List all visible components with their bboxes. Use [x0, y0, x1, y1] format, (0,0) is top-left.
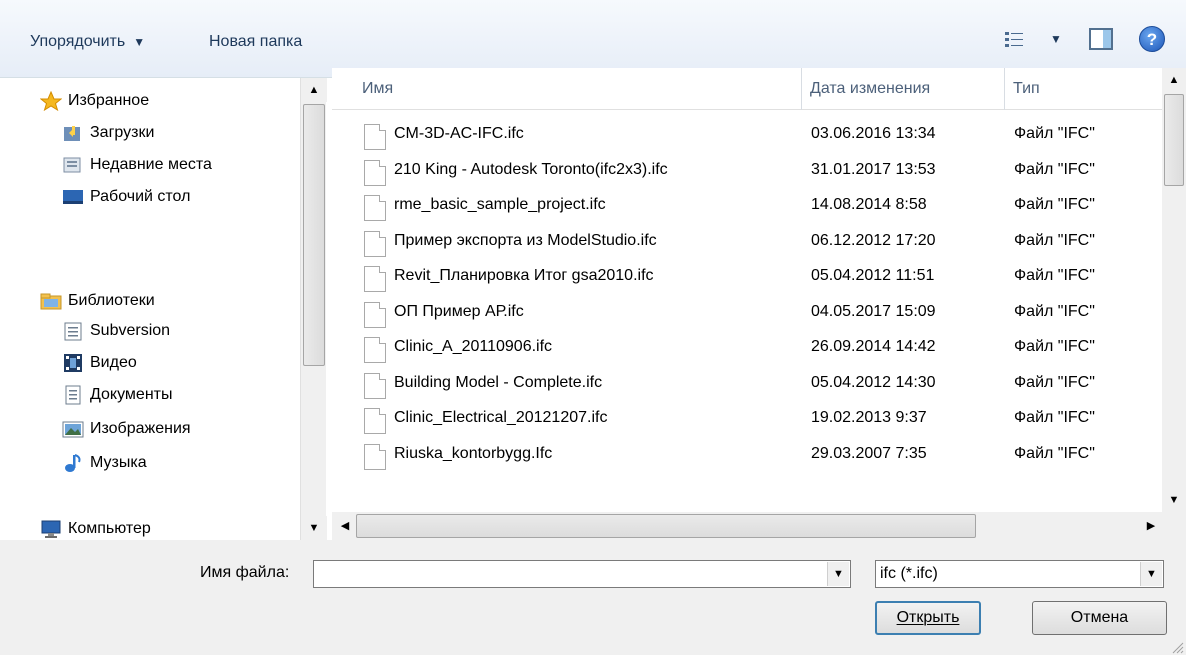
file-type: Файл "IFC"	[1014, 373, 1095, 391]
file-date: 31.01.2017 13:53	[811, 160, 936, 178]
open-button-label: Открыть	[896, 609, 960, 626]
file-date: 26.09.2014 14:42	[811, 338, 936, 355]
preview-pane-icon[interactable]	[1089, 28, 1113, 50]
organize-button[interactable]: Упорядочить ▼	[30, 30, 145, 54]
file-name: Пример экспорта из ModelStudio.ifc	[394, 231, 657, 249]
file-icon	[364, 337, 386, 363]
file-row[interactable]: Clinic_A_20110906.ifc 26.09.2014 14:42 Фай…	[0, 329, 1160, 365]
filetype-select[interactable]: ifc (*.ifc) ▼	[875, 560, 1164, 588]
file-icon	[364, 195, 386, 221]
nav-computer[interactable]: Компьютер	[40, 516, 151, 542]
chevron-down-icon: ▼	[133, 35, 146, 49]
file-name: CM-3D-AC-IFC.ifc	[394, 125, 524, 142]
open-button[interactable]: Открыть	[875, 601, 981, 635]
file-list-horizontal-scrollbar[interactable]: ◀ ▶	[332, 512, 1186, 540]
filetype-dropdown-icon[interactable]: ▼	[1140, 562, 1162, 586]
file-row[interactable]: Clinic_Electrical_20121207.ifc 19.02.2013…	[0, 400, 1160, 436]
filename-label: Имя файла:	[200, 564, 290, 581]
file-name: rme_basic_sample_project.ifc	[394, 196, 606, 213]
resize-grip-icon[interactable]	[1168, 638, 1184, 654]
help-icon[interactable]: ?	[1139, 26, 1165, 52]
file-row[interactable]: 210 King - Autodesk Toronto(ifc2x3).ifc 3…	[0, 152, 1160, 188]
file-date: 06.12.2012 17:20	[811, 231, 936, 249]
file-type: Файл "IFC"	[1014, 196, 1095, 213]
file-date: 14.08.2014 8:58	[811, 196, 927, 213]
nav-scroll-down-icon[interactable]: ▼	[301, 516, 327, 540]
files-scroll-right-icon[interactable]: ▶	[1138, 514, 1164, 538]
file-type: Файл "IFC"	[1014, 231, 1095, 249]
file-date: 05.04.2012 14:30	[811, 373, 936, 391]
files-scroll-left-icon[interactable]: ◀	[332, 514, 358, 538]
file-type: Файл "IFC"	[1014, 338, 1095, 355]
file-name: Clinic_A_20110906.ifc	[394, 338, 553, 355]
file-row[interactable]: Пример экспорта из ModelStudio.ifc 06.12.…	[0, 223, 1160, 259]
toolbar: Упорядочить ▼ Новая папка ▼ ?	[0, 0, 1186, 78]
file-icon	[364, 301, 386, 328]
file-date: 03.06.2016 13:34	[811, 125, 936, 142]
nav-favorites[interactable]: Избранное	[40, 88, 149, 114]
file-row[interactable]: Riuska_kontorbygg.Ifc 29.03.2007 7:35 Файл…	[0, 436, 1160, 472]
file-date: 19.02.2013 9:37	[811, 409, 927, 426]
files-scroll-up-icon[interactable]: ▲	[1162, 68, 1186, 92]
file-type: Файл "IFC"	[1014, 409, 1095, 426]
view-options-icon[interactable]	[1004, 30, 1024, 50]
cancel-button[interactable]: Отмена	[1032, 601, 1167, 635]
file-type: Файл "IFC"	[1014, 302, 1095, 320]
new-folder-button[interactable]: Новая папка	[209, 30, 302, 54]
file-date: 05.04.2012 11:51	[811, 267, 935, 284]
file-date: 29.03.2007 7:35	[811, 444, 927, 462]
file-date: 04.05.2017 15:09	[811, 302, 936, 320]
files-hscroll-thumb[interactable]	[356, 514, 976, 538]
file-type: Файл "IFC"	[1014, 267, 1095, 284]
files-scroll-thumb[interactable]	[1164, 94, 1184, 186]
file-type: Файл "IFC"	[1014, 160, 1095, 178]
computer-icon	[41, 520, 61, 538]
filename-dropdown-icon[interactable]: ▼	[827, 562, 849, 586]
file-icon	[364, 266, 386, 292]
file-icon	[364, 443, 386, 470]
file-list-vertical-scrollbar[interactable]: ▲ ▼	[1162, 68, 1186, 512]
file-icon	[364, 230, 386, 257]
file-icon	[364, 159, 386, 186]
star-icon	[40, 90, 62, 111]
file-name: Clinic_Electrical_20121207.ifc	[394, 409, 608, 426]
files-scroll-down-icon[interactable]: ▼	[1162, 488, 1186, 512]
file-row[interactable]: CM-3D-AC-IFC.ifc 03.06.2016 13:34 Файл "IF…	[0, 116, 1160, 152]
column-header-name[interactable]: Имя	[352, 68, 802, 110]
file-type: Файл "IFC"	[1014, 444, 1095, 462]
view-menu-chevron-icon[interactable]: ▼	[1050, 32, 1062, 46]
column-header-date[interactable]: Дата изменения	[802, 68, 1005, 110]
file-row[interactable]: Building Model - Complete.ifc 05.04.2012 …	[0, 365, 1160, 401]
file-name: Revit_Планировка Итог gsa2010.ifc	[394, 267, 654, 284]
file-name: Riuska_kontorbygg.Ifc	[394, 444, 553, 462]
filetype-value: ifc (*.ifc)	[880, 565, 938, 582]
file-icon	[364, 408, 386, 434]
column-header-type[interactable]: Тип	[1005, 68, 1164, 110]
file-icon	[364, 372, 386, 399]
nav-scroll-up-icon[interactable]: ▲	[301, 78, 327, 102]
file-name: Building Model - Complete.ifc	[394, 373, 603, 391]
nav-favorites-label: Избранное	[68, 92, 150, 109]
file-row[interactable]: Revit_Планировка Итог gsa2010.ifc 05.04.2…	[0, 258, 1160, 294]
filename-input[interactable]: ▼	[313, 560, 851, 588]
file-name: 210 King - Autodesk Toronto(ifc2x3).ifc	[394, 160, 668, 178]
bottom-panel	[0, 540, 1186, 655]
file-row[interactable]: rme_basic_sample_project.ifc 14.08.2014 8…	[0, 187, 1160, 223]
organize-label: Упорядочить	[30, 33, 126, 50]
file-type: Файл "IFC"	[1014, 125, 1095, 142]
file-name: ОП Пример АР.ifc	[394, 302, 524, 320]
column-header-row: Имя Дата изменения Тип	[332, 68, 1164, 110]
file-icon	[364, 124, 386, 150]
file-row[interactable]: ОП Пример АР.ifc 04.05.2017 15:09 Файл "IF…	[0, 294, 1160, 330]
nav-computer-label: Компьютер	[68, 520, 151, 537]
